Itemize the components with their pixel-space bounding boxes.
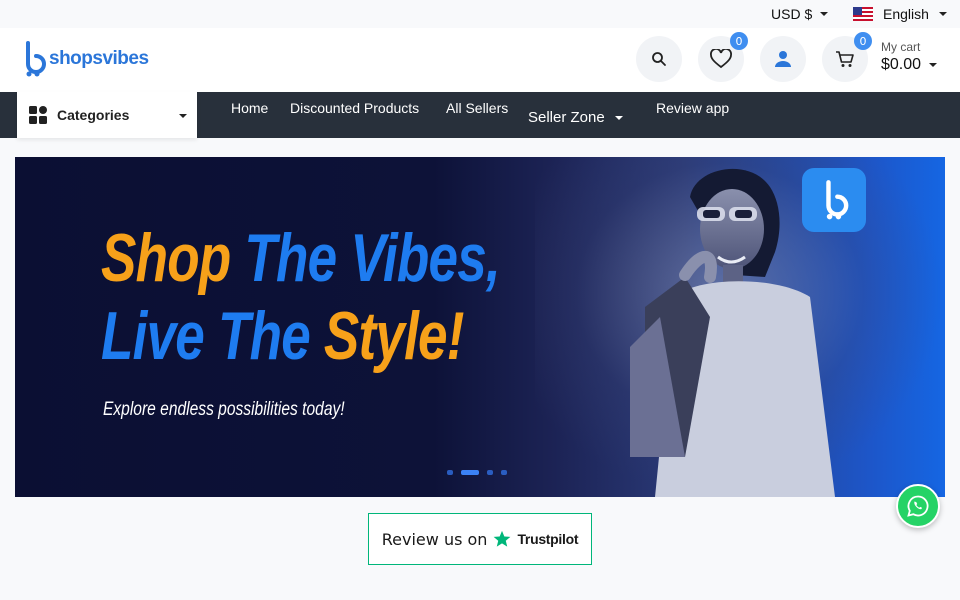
categories-label: Categories [57, 107, 130, 123]
chevron-down-icon [929, 63, 938, 67]
nav-item-home[interactable]: Home [231, 100, 268, 116]
cart-total-value: $0.00 [881, 56, 922, 73]
categories-dropdown[interactable]: Categories [17, 92, 197, 138]
whatsapp-chat-button[interactable] [896, 484, 940, 528]
banner-subline: Explore endless possibilities today! [103, 399, 345, 420]
banner-headline: Shop The Vibes, Live The Style! [101, 219, 501, 375]
shopper-illustration [630, 168, 835, 497]
search-icon [652, 52, 666, 66]
cart-button[interactable]: 0 [822, 32, 872, 82]
cart-icon [836, 51, 854, 67]
chevron-down-icon [938, 12, 947, 16]
banner-app-logo-icon [802, 168, 866, 232]
carousel-indicators [447, 470, 507, 475]
carousel-dot-2[interactable] [461, 470, 479, 475]
headline-shop: Shop [101, 220, 231, 296]
chevron-down-icon [179, 114, 187, 118]
currency-selector[interactable]: USD $ [771, 6, 829, 22]
nav-item-discounted-products[interactable]: Discounted Products [290, 100, 419, 116]
top-utility-bar: USD $ English [0, 0, 960, 28]
logo-text: shopsvibes [49, 48, 149, 69]
nav-item-seller-zone-label: Seller Zone [528, 109, 605, 126]
chevron-down-icon [614, 115, 623, 120]
carousel-dot-4[interactable] [501, 470, 507, 475]
banner-photo [535, 157, 945, 497]
wishlist-button[interactable]: 0 [698, 32, 748, 82]
trustpilot-review-button[interactable]: Review us on Trustpilot [368, 513, 592, 565]
hero-banner[interactable]: Shop The Vibes, Live The Style! Explore … [15, 157, 945, 497]
trustpilot-brand: Trustpilot [517, 531, 579, 547]
cart-total: $0.00 [881, 56, 938, 74]
flag-us-icon [853, 7, 873, 21]
search-button[interactable] [636, 36, 682, 82]
nav-item-all-sellers[interactable]: All Sellers [446, 100, 508, 116]
carousel-dot-1[interactable] [447, 470, 453, 475]
cart-label: My cart [881, 40, 921, 54]
chevron-down-icon [820, 12, 829, 16]
headline-the-vibes: The Vibes, [244, 220, 500, 296]
whatsapp-icon [907, 495, 929, 517]
carousel-dot-3[interactable] [487, 470, 493, 475]
headline-style: Style! [323, 298, 465, 374]
currency-label: USD $ [771, 6, 813, 22]
user-icon [775, 51, 791, 67]
site-logo[interactable]: shopsvibes [20, 40, 149, 78]
language-label: English [883, 6, 929, 22]
heart-icon [710, 49, 732, 69]
nav-item-review-app[interactable]: Review app [656, 100, 729, 116]
account-button[interactable] [760, 36, 806, 82]
trustpilot-star-icon [494, 530, 511, 547]
language-selector[interactable]: English [853, 6, 947, 22]
cart-summary[interactable]: My cart $0.00 [881, 40, 938, 74]
grid-icon [29, 106, 47, 124]
logo-mark-icon [20, 40, 46, 78]
cart-count-badge: 0 [854, 32, 872, 50]
site-header: shopsvibes [0, 28, 960, 92]
wishlist-count-badge: 0 [730, 32, 748, 50]
headline-live-the: Live The [101, 298, 311, 374]
nav-item-seller-zone[interactable]: Seller Zone [528, 109, 623, 126]
trustpilot-prefix: Review us on [381, 529, 488, 549]
